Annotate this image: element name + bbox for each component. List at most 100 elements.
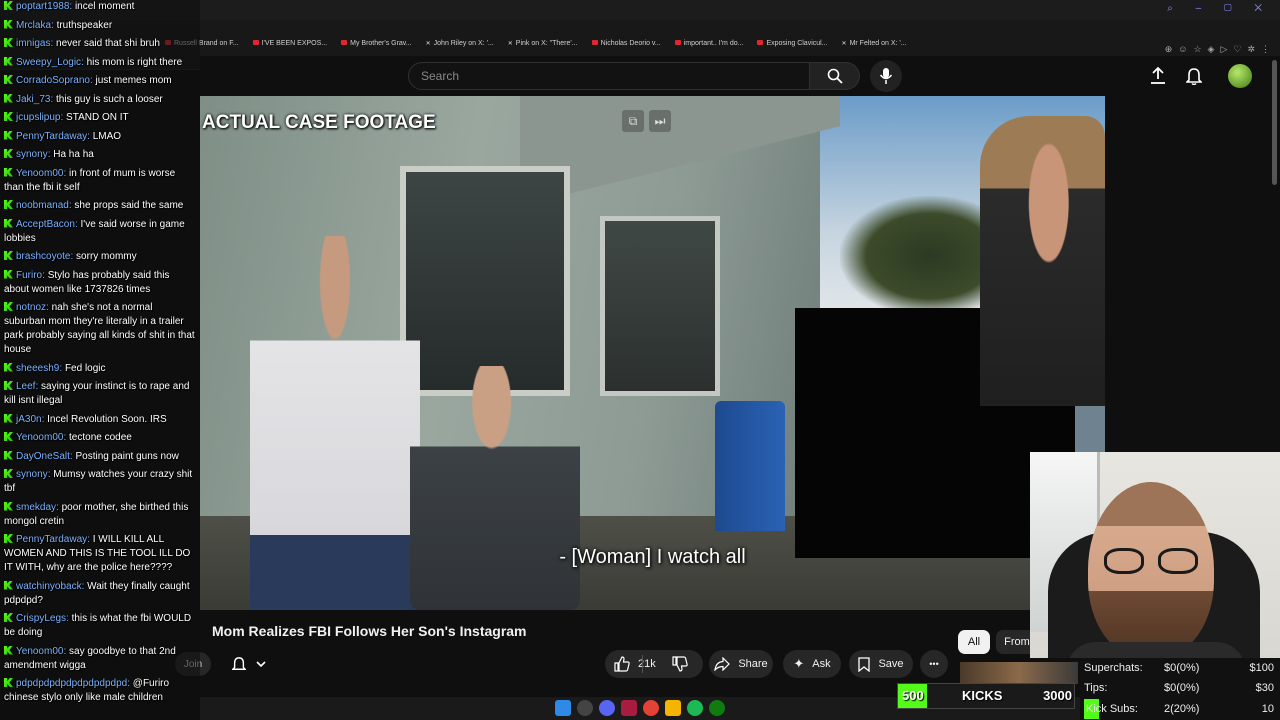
chat-username[interactable]: PennyTardaway: [16, 534, 87, 545]
heart-icon[interactable]: ♡: [1233, 44, 1241, 55]
kick-badge-icon: [4, 469, 13, 478]
ask-button[interactable]: ✦ Ask: [783, 650, 841, 678]
bookmark-item[interactable]: Mr Felted on X: '...: [842, 40, 907, 47]
windows-start-icon[interactable]: [555, 700, 571, 716]
dislike-button[interactable]: [670, 654, 690, 674]
chat-message: PennyTardaway: I WILL KILL ALL WOMEN AND…: [4, 533, 196, 575]
superchats-goal: $100: [1249, 662, 1274, 674]
save-button[interactable]: Save: [849, 650, 913, 678]
smile-icon[interactable]: ☺: [1178, 44, 1187, 55]
window-controls[interactable]: ⌕ – ▢ ✕: [1167, 3, 1272, 14]
puzzle-icon[interactable]: ✲: [1247, 44, 1255, 55]
play-icon[interactable]: ▷: [1220, 44, 1227, 55]
kick-badge-icon: [4, 218, 13, 228]
star-icon[interactable]: ☆: [1193, 44, 1201, 55]
bell-icon: [232, 657, 246, 670]
chat-text: Incel Revolution Soon. IRS: [47, 413, 167, 425]
chat-username[interactable]: Sweepy_Logic: [16, 57, 81, 68]
folder-icon[interactable]: [665, 700, 681, 716]
chat-username[interactable]: noobmanad: [16, 200, 69, 211]
video-title: Mom Realizes FBI Follows Her Son's Insta…: [212, 623, 527, 639]
like-count[interactable]: 21k: [638, 658, 656, 670]
search-input[interactable]: Search: [408, 62, 810, 90]
zoom-icon[interactable]: ⊕: [1165, 44, 1173, 55]
chat-username[interactable]: Leef: [16, 381, 35, 392]
chat-username[interactable]: AcceptBacon: [16, 219, 75, 230]
chip-all[interactable]: All: [958, 630, 990, 654]
miniplayer-button[interactable]: ⧉: [622, 110, 644, 132]
xbox-icon[interactable]: [709, 700, 725, 716]
chat-text: truthspeaker: [56, 19, 113, 31]
youtube-header: Search: [200, 56, 1280, 96]
thumbs-up-icon[interactable]: [614, 656, 630, 672]
video-player[interactable]: ACTUAL CASE FOOTAGE - [Woman] I watch al…: [200, 96, 1105, 610]
chat-username[interactable]: DayOneSalt: [16, 451, 70, 462]
chat-username[interactable]: Yenoom00: [16, 432, 63, 443]
skip-button[interactable]: ⏭: [649, 110, 671, 132]
chat-username[interactable]: smekday: [16, 502, 56, 513]
chat-username[interactable]: watchinyoback: [16, 581, 82, 592]
chat-username[interactable]: pdpdpdpdpdpdpdpdpdpd: [16, 678, 127, 689]
chat-username[interactable]: synony: [16, 149, 48, 160]
browser-icon[interactable]: [643, 700, 659, 716]
voice-search-button[interactable]: [870, 60, 902, 92]
extension-icons[interactable]: ⊕ ☺ ☆ ◈ ▷ ♡ ✲ ⋮: [1165, 44, 1270, 55]
bookmark-item[interactable]: My Brother's Grav...: [341, 40, 412, 47]
search-icon[interactable]: [577, 700, 593, 716]
kick-badge-icon: [4, 450, 13, 460]
chat-message: Leef: saying your instinct is to rape an…: [4, 380, 196, 408]
bookmark-item[interactable]: Pink on X: "There'...: [508, 40, 578, 47]
chat-message: synony: Mumsy watches your crazy shit tb…: [4, 468, 196, 496]
chat-username[interactable]: imnigas: [16, 38, 50, 49]
chat-username[interactable]: CorradoSoprano: [16, 75, 90, 86]
tips-row: Tips: $0(0%) $30: [1084, 678, 1276, 698]
obs-icon[interactable]: [621, 700, 637, 716]
chat-username[interactable]: poptart1988: [16, 1, 69, 12]
kicks-goal-bar: 500 KICKS 3000: [897, 683, 1075, 709]
chat-username[interactable]: Yenoom00: [16, 168, 63, 179]
tips-value: $0(0%): [1164, 682, 1200, 694]
avatar[interactable]: [1228, 64, 1252, 88]
spotify-icon[interactable]: [687, 700, 703, 716]
chat-username[interactable]: PennyTardaway: [16, 131, 87, 142]
ask-label: Ask: [812, 658, 831, 670]
kick-badge-icon: [4, 1, 13, 10]
menu-icon[interactable]: ⋮: [1261, 44, 1270, 55]
chat-text: incel moment: [74, 1, 135, 12]
subscribe-bell-button[interactable]: [222, 650, 276, 678]
recommended-thumbnail[interactable]: [960, 662, 1078, 684]
chat-username[interactable]: synony: [16, 469, 48, 480]
upload-button[interactable]: [1148, 66, 1168, 86]
chat-message: CrispyLegs: this is what the fbi WOULD b…: [4, 612, 196, 640]
bookmark-item[interactable]: John Riley on X: '...: [426, 40, 494, 47]
chat-username[interactable]: CrispyLegs: [16, 613, 66, 624]
discord-icon[interactable]: [599, 700, 615, 716]
chat-username[interactable]: brashcoyote: [16, 251, 70, 262]
microphone-icon: [879, 68, 893, 84]
chat-message: imnigas: never said that shi bruh: [4, 37, 196, 51]
chat-username[interactable]: Mrclaka: [16, 20, 51, 31]
chat-username[interactable]: notnoz: [16, 302, 46, 313]
share-button[interactable]: Share: [709, 650, 773, 678]
bookmark-item[interactable]: Nicholas Deorio v...: [592, 40, 661, 47]
chat-message: sheeesh9: Fed logic: [4, 362, 196, 376]
page-scrollbar[interactable]: [1272, 60, 1277, 185]
chat-username[interactable]: Yenoom00: [16, 646, 63, 657]
webcam-feed: [1030, 452, 1280, 658]
chat-message: DayOneSalt: Posting paint guns now: [4, 450, 196, 464]
bookmark-item[interactable]: Exposing Clavicul...: [757, 40, 827, 47]
bookmark-item[interactable]: important.. I'm do...: [675, 40, 744, 47]
notifications-button[interactable]: [1184, 66, 1204, 86]
chat-username[interactable]: Jaki_73: [16, 94, 50, 105]
chat-username[interactable]: Furiro: [16, 270, 42, 281]
chevron-down-icon: [256, 661, 266, 668]
shield-icon[interactable]: ◈: [1208, 44, 1215, 55]
search-button[interactable]: [810, 62, 860, 90]
bookmark-item[interactable]: I'VE BEEN EXPOS...: [253, 40, 328, 47]
chat-username[interactable]: jcupslipup: [16, 112, 60, 123]
chat-message: pdpdpdpdpdpdpdpdpdpd: @Furiro chinese st…: [4, 677, 196, 705]
chat-message: noobmanad: she props said the same: [4, 199, 196, 213]
chat-username[interactable]: sheeesh9: [16, 363, 59, 374]
chat-username[interactable]: jA30n: [16, 414, 42, 425]
more-actions-button[interactable]: •••: [920, 650, 948, 678]
